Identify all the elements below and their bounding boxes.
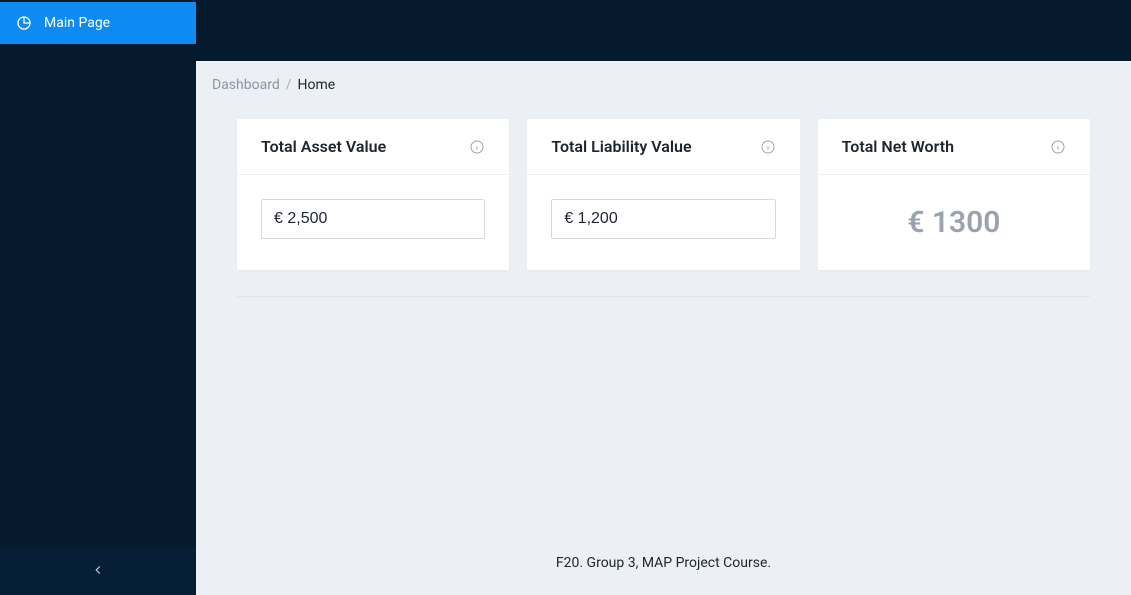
card-networth-body: € 1300 bbox=[818, 175, 1090, 270]
networth-value: € 1300 bbox=[907, 199, 1000, 246]
breadcrumb: Dashboard / Home bbox=[212, 77, 1115, 93]
card-asset: Total Asset Value bbox=[237, 119, 509, 270]
card-networth-title: Total Net Worth bbox=[842, 137, 954, 156]
liability-value-input[interactable] bbox=[551, 199, 775, 239]
sidebar-item-main-page[interactable]: Main Page bbox=[0, 2, 196, 44]
footer-text: F20. Group 3, MAP Project Course. bbox=[212, 555, 1115, 575]
topbar bbox=[196, 0, 1131, 61]
info-icon[interactable] bbox=[1050, 139, 1066, 155]
breadcrumb-current: Home bbox=[298, 77, 336, 93]
pie-chart-icon bbox=[16, 15, 32, 31]
breadcrumb-separator: / bbox=[286, 77, 292, 93]
app-root: Main Page Dashboard / Home Total Asset V… bbox=[0, 0, 1131, 595]
sidebar-item-label: Main Page bbox=[44, 15, 110, 31]
card-networth-head: Total Net Worth bbox=[818, 119, 1090, 175]
card-asset-title: Total Asset Value bbox=[261, 137, 386, 156]
card-liability: Total Liability Value bbox=[527, 119, 799, 270]
asset-value-input[interactable] bbox=[261, 199, 485, 239]
sidebar-collapse-button[interactable] bbox=[0, 547, 196, 595]
card-networth: Total Net Worth € 1300 bbox=[818, 119, 1090, 270]
sidebar: Main Page bbox=[0, 0, 196, 595]
card-asset-head: Total Asset Value bbox=[237, 119, 509, 175]
main-content: Dashboard / Home Total Asset Value bbox=[196, 61, 1131, 595]
card-liability-head: Total Liability Value bbox=[527, 119, 799, 175]
chevron-left-icon bbox=[91, 562, 105, 581]
breadcrumb-root[interactable]: Dashboard bbox=[212, 77, 280, 93]
card-liability-body bbox=[527, 175, 799, 263]
info-icon[interactable] bbox=[760, 139, 776, 155]
cards-row: Total Asset Value Total Liability Value bbox=[212, 119, 1115, 270]
section-divider bbox=[237, 296, 1090, 297]
card-asset-body bbox=[237, 175, 509, 263]
content-wrap: Dashboard / Home Total Asset Value bbox=[196, 0, 1131, 595]
card-liability-title: Total Liability Value bbox=[551, 137, 691, 156]
info-icon[interactable] bbox=[469, 139, 485, 155]
